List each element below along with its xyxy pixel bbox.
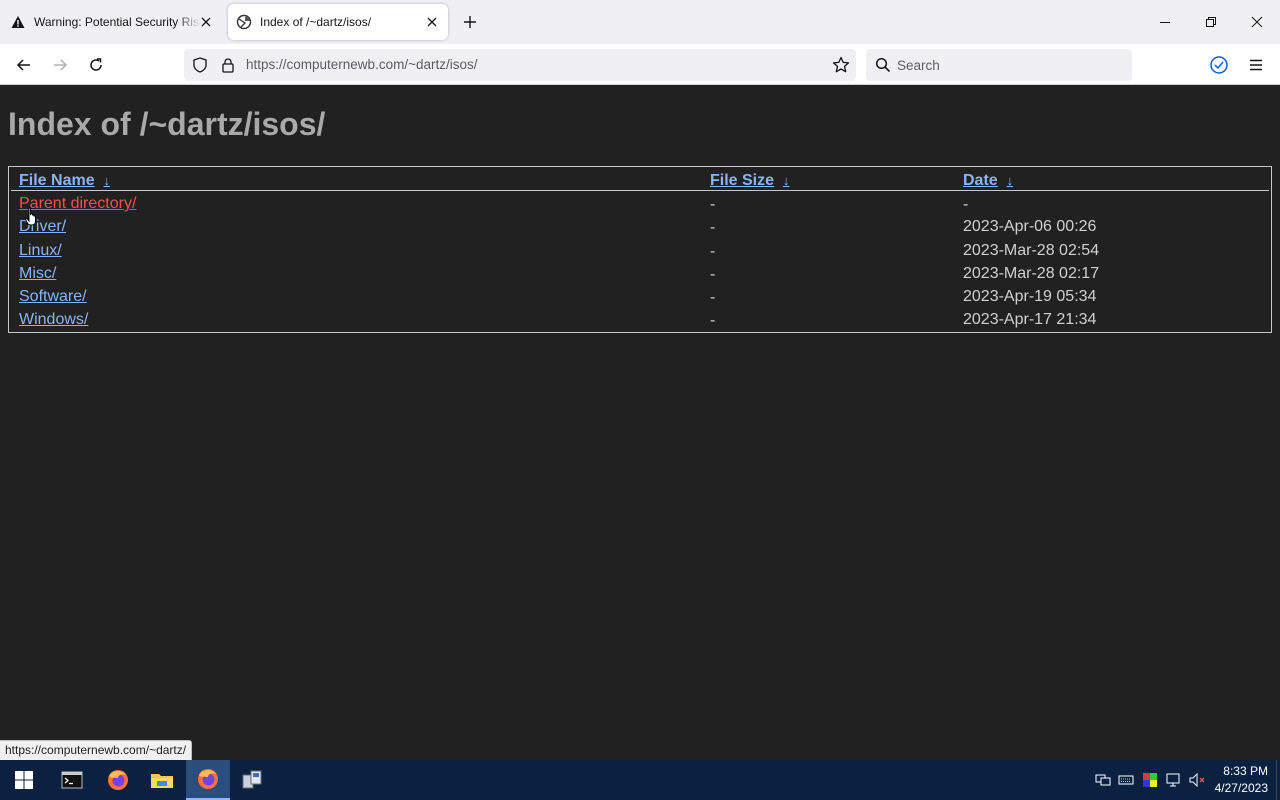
- warning-icon: [10, 14, 26, 30]
- minimize-button[interactable]: [1155, 12, 1175, 32]
- tab-strip: Warning: Potential Security Risk Ahead I…: [0, 0, 1280, 44]
- taskbar-firefox[interactable]: [96, 760, 140, 800]
- file-date: 2023-Mar-28 02:54: [963, 242, 1100, 259]
- tab-title: Warning: Potential Security Risk Ahead: [34, 15, 201, 29]
- sort-arrow-icon[interactable]: ↓: [103, 173, 110, 188]
- page-title: Index of /~dartz/isos/: [8, 106, 326, 142]
- column-header-file-size[interactable]: File Size ↓: [710, 172, 789, 190]
- tracking-protection-shield-icon[interactable]: [192, 57, 208, 78]
- tab-security-warning[interactable]: Warning: Potential Security Risk Ahead: [0, 4, 222, 40]
- restore-button[interactable]: [1201, 12, 1221, 32]
- taskbar-network-app[interactable]: [230, 760, 274, 800]
- display-tray-icon[interactable]: [1165, 771, 1183, 789]
- minimize-icon: [1160, 22, 1170, 23]
- sort-arrow-icon[interactable]: ↓: [1007, 173, 1014, 188]
- status-bar-link-preview: https://computernewb.com/~dartz/: [0, 740, 193, 760]
- file-date: -: [963, 196, 969, 213]
- taskbar-terminal[interactable]: [50, 760, 94, 800]
- navigation-toolbar: https://computernewb.com/~dartz/isos/ Se…: [0, 44, 1280, 85]
- column-header-date[interactable]: Date ↓: [963, 172, 1013, 190]
- reload-button[interactable]: [85, 54, 107, 76]
- hamburger-menu-icon: [1250, 59, 1262, 71]
- firefox-icon: [198, 769, 218, 789]
- column-header-file-name[interactable]: File Name ↓: [19, 172, 110, 190]
- restore-icon: [1206, 17, 1216, 27]
- file-listing-table: File Name ↓ File Size ↓ Date ↓ Parent di…: [8, 166, 1272, 333]
- site-favicon-icon: [236, 14, 252, 30]
- new-tab-button[interactable]: [460, 12, 480, 32]
- plus-icon: [464, 16, 476, 28]
- file-size: -: [710, 243, 716, 260]
- close-window-button[interactable]: [1247, 12, 1267, 32]
- account-sync-icon: [1210, 56, 1228, 74]
- header-label[interactable]: Date: [963, 172, 998, 189]
- lock-icon[interactable]: [220, 57, 236, 78]
- system-clock[interactable]: 8:33 PM 4/27/2023: [1215, 763, 1268, 797]
- account-button[interactable]: [1208, 54, 1230, 76]
- network-tray-icon[interactable]: [1094, 771, 1112, 789]
- windows-start-icon: [15, 771, 33, 789]
- back-arrow-icon: [16, 59, 30, 71]
- search-bar[interactable]: Search: [866, 49, 1132, 81]
- show-desktop-button[interactable]: [1276, 760, 1280, 800]
- forward-button[interactable]: [49, 54, 71, 76]
- forward-arrow-icon: [54, 59, 68, 71]
- search-icon: [875, 57, 891, 78]
- file-explorer-icon: [151, 774, 173, 788]
- clock-date: 4/27/2023: [1214, 781, 1268, 795]
- header-label[interactable]: File Size: [710, 172, 774, 189]
- file-size: -: [710, 196, 716, 213]
- clock-time: 8:33 PM: [1223, 764, 1268, 778]
- directory-link-software[interactable]: Software/: [19, 288, 87, 306]
- back-button[interactable]: [13, 54, 35, 76]
- url-text[interactable]: https://computernewb.com/~dartz/isos/: [246, 57, 477, 72]
- firefox-icon: [108, 770, 128, 790]
- file-date: 2023-Apr-06 00:26: [963, 218, 1097, 235]
- tab-title: Index of /~dartz/isos/: [260, 15, 372, 29]
- page-content: Index of /~dartz/isos/ File Name ↓ File …: [0, 86, 1280, 760]
- hand-pointer-cursor-icon: [25, 207, 36, 226]
- keyboard-tray-icon[interactable]: [1117, 771, 1135, 789]
- taskbar-file-explorer[interactable]: [140, 760, 184, 800]
- directory-link-misc[interactable]: Misc/: [19, 265, 56, 283]
- file-date: 2023-Apr-17 21:34: [963, 311, 1097, 328]
- network-app-icon: [242, 770, 262, 789]
- file-size: -: [710, 289, 716, 306]
- color-app-tray-icon[interactable]: [1141, 771, 1159, 789]
- url-bar[interactable]: https://computernewb.com/~dartz/isos/: [184, 49, 856, 81]
- file-size: -: [710, 219, 716, 236]
- url-path: /~dartz/isos/: [404, 57, 478, 72]
- search-placeholder: Search: [897, 58, 940, 73]
- header-divider: [11, 190, 1269, 191]
- close-icon: [1251, 16, 1263, 28]
- close-icon[interactable]: [198, 14, 214, 30]
- volume-muted-tray-icon[interactable]: [1189, 771, 1207, 789]
- header-label[interactable]: File Name: [19, 172, 95, 189]
- menu-button[interactable]: [1245, 54, 1267, 76]
- windows-taskbar: 8:33 PM 4/27/2023: [0, 760, 1280, 800]
- directory-link-windows[interactable]: Windows/: [19, 311, 88, 329]
- directory-link-linux[interactable]: Linux/: [19, 242, 62, 260]
- terminal-icon: [61, 771, 83, 789]
- file-size: -: [710, 266, 716, 283]
- taskbar-firefox-active[interactable]: [186, 760, 230, 800]
- file-size: -: [710, 312, 716, 329]
- file-date: 2023-Apr-19 05:34: [963, 288, 1097, 305]
- tab-index-isos[interactable]: Index of /~dartz/isos/: [228, 4, 448, 40]
- reload-icon: [90, 58, 102, 71]
- bookmark-star-icon[interactable]: [832, 56, 850, 79]
- url-host: https://computernewb.com: [246, 57, 405, 72]
- start-button[interactable]: [2, 760, 46, 800]
- file-date: 2023-Mar-28 02:17: [963, 265, 1100, 282]
- sort-arrow-icon[interactable]: ↓: [783, 173, 790, 188]
- close-icon[interactable]: [424, 14, 440, 30]
